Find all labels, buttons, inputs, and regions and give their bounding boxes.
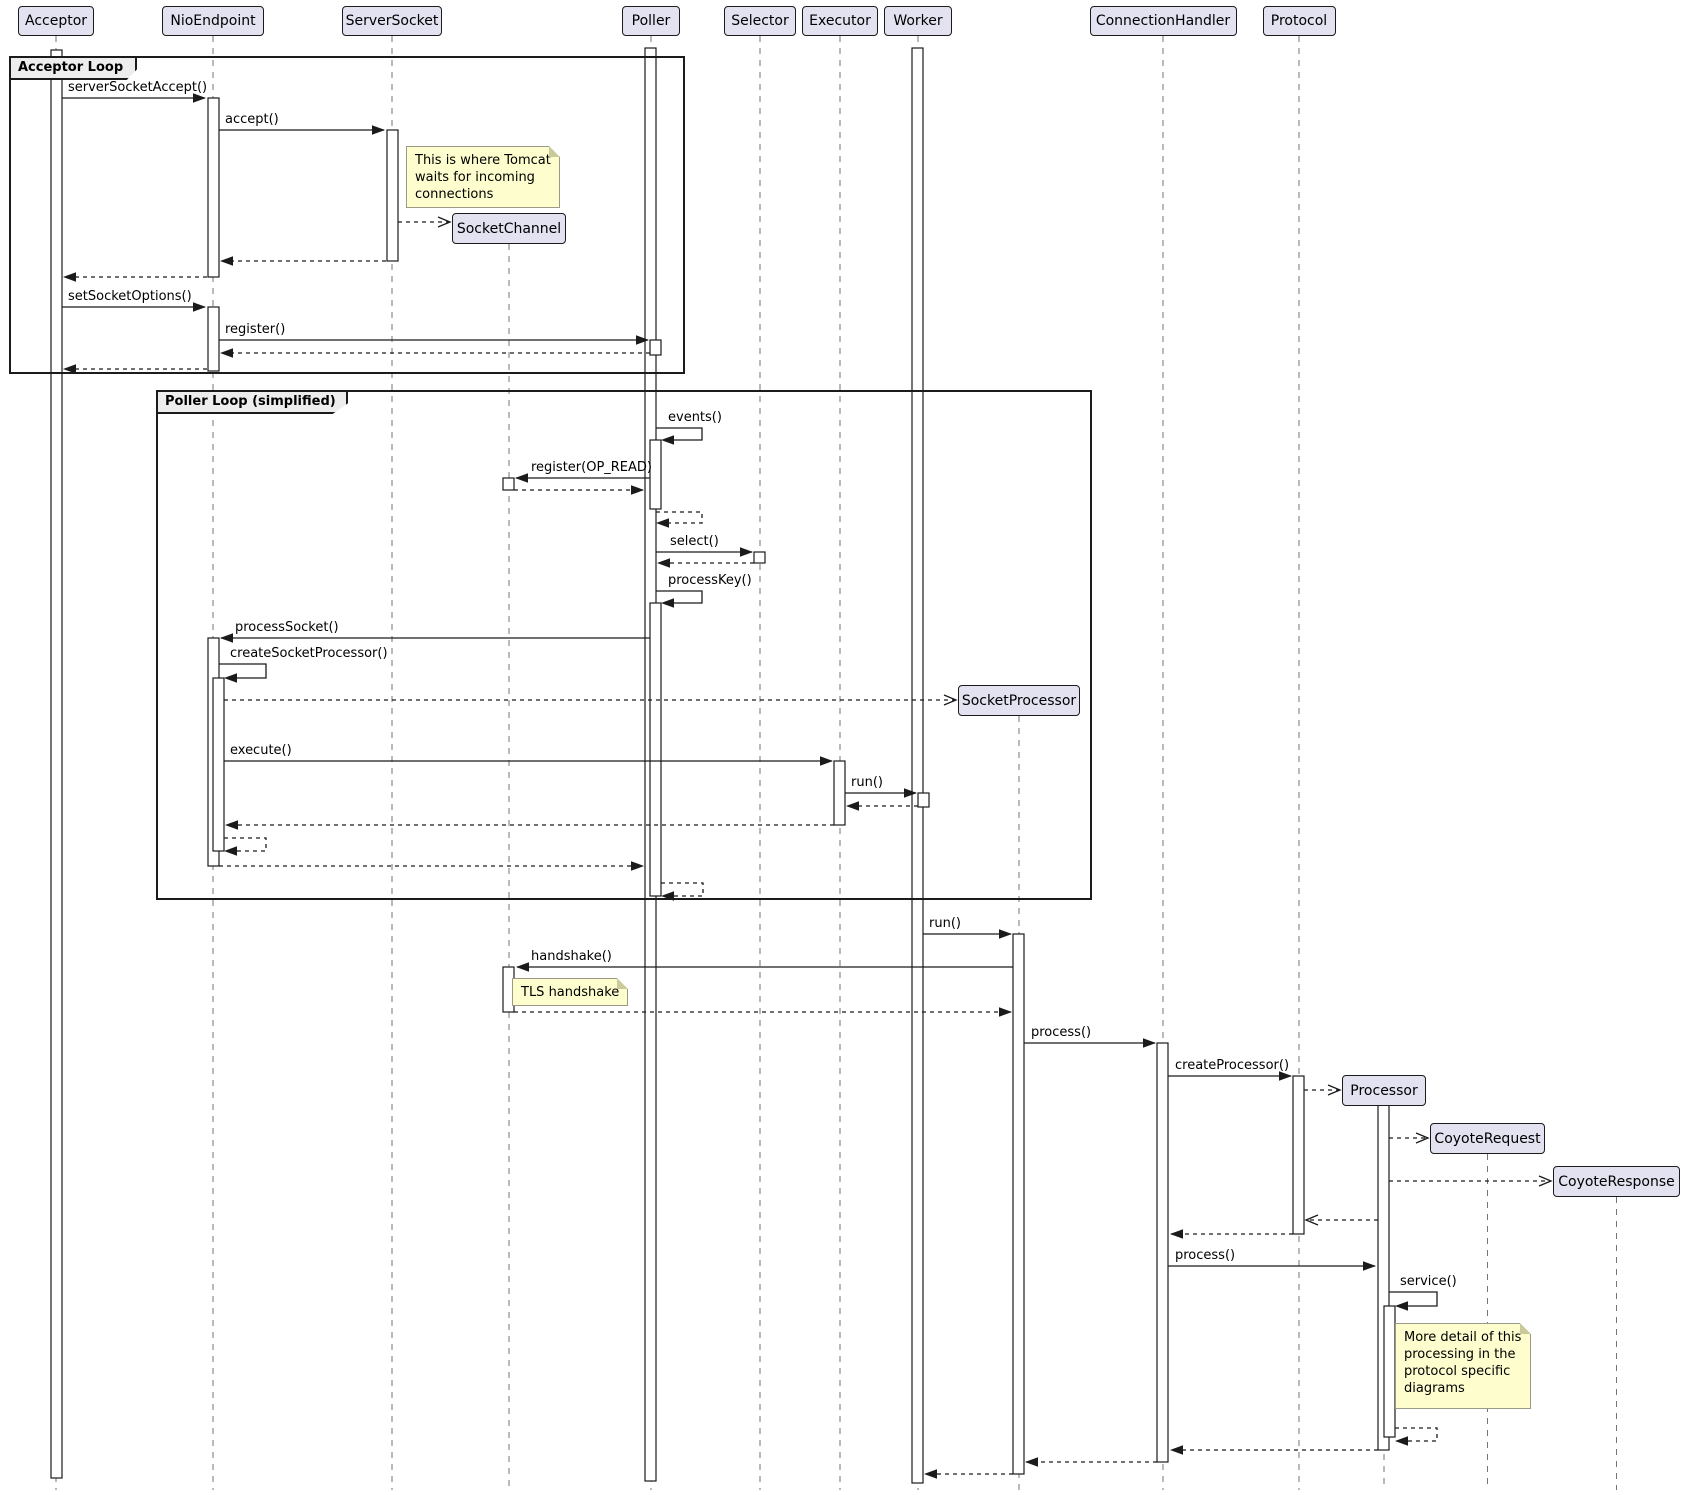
arrowhead-icon — [1395, 1301, 1408, 1311]
participant-box-socketprocessor: SocketProcessor — [958, 685, 1080, 716]
participant-box-serversocket: ServerSocket — [342, 6, 442, 36]
arrowhead-icon — [63, 364, 76, 374]
note-protocol: More detail of thisprocessing in theprot… — [1395, 1323, 1531, 1409]
arrowhead-icon — [999, 929, 1012, 939]
message-label-registerop_read: register(OP_READ) — [531, 460, 652, 476]
self-message-line — [656, 428, 702, 440]
message-label-process: process() — [1175, 1248, 1235, 1264]
activation-connectionhandler — [1157, 1043, 1168, 1462]
activation-nioendpoint-nested — [213, 678, 224, 851]
note-line: This is where Tomcat — [415, 152, 551, 169]
arrowhead-icon — [220, 633, 233, 643]
activation-nioendpoint — [208, 307, 219, 371]
participant-box-coyoteresponse: CoyoteResponse — [1553, 1166, 1680, 1197]
activation-worker-notch — [918, 793, 929, 807]
arrowhead-icon — [661, 435, 674, 445]
arrowhead-icon — [220, 256, 233, 266]
message-label-select: select() — [670, 534, 719, 550]
note-line: TLS handshake — [521, 984, 619, 1001]
note-line: protocol specific — [1404, 1363, 1522, 1380]
arrowhead-icon — [1143, 1038, 1156, 1048]
message-label-createprocessor: createProcessor() — [1175, 1058, 1289, 1074]
arrowhead-icon — [63, 272, 76, 282]
message-label-setsocketoptions: setSocketOptions() — [68, 289, 192, 305]
self-message-line — [219, 664, 266, 678]
message-label-serversocketaccept: serverSocketAccept() — [68, 80, 207, 96]
arrowhead-icon — [1395, 1436, 1408, 1446]
message-label-processsocket: processSocket() — [235, 620, 339, 636]
activation-serversocket — [387, 130, 398, 261]
note-line: connections — [415, 186, 551, 203]
activation-processor-nested — [1384, 1306, 1395, 1437]
arrowhead-icon — [1025, 1457, 1038, 1467]
message-label-events: events() — [668, 410, 722, 426]
note-line: diagrams — [1404, 1380, 1522, 1397]
activation-acceptor — [51, 50, 62, 1478]
message-label-handshake: handshake() — [531, 949, 612, 965]
message-label-processkey: processKey() — [668, 573, 752, 589]
message-label-run: run() — [851, 775, 883, 791]
arrowhead-icon — [225, 820, 238, 830]
note-accept: This is where Tomcatwaits for incomingco… — [406, 146, 560, 208]
arrowhead-icon — [372, 125, 385, 135]
participant-box-executor: Executor — [802, 6, 878, 36]
arrowhead-icon — [1170, 1445, 1183, 1455]
arrowhead-icon — [193, 302, 206, 312]
message-label-createsocketprocessor: createSocketProcessor() — [230, 646, 388, 662]
message-label-service: service() — [1400, 1274, 1457, 1290]
arrowhead-icon — [515, 473, 528, 483]
arrowhead-icon — [999, 1007, 1012, 1017]
message-label-process: process() — [1031, 1025, 1091, 1041]
activation-socketprocessor — [1013, 934, 1024, 1474]
participant-box-poller: Poller — [622, 6, 680, 36]
message-label-execute: execute() — [230, 743, 292, 759]
participant-box-coyoterequest: CoyoteRequest — [1430, 1123, 1545, 1154]
arrowhead-icon — [740, 547, 753, 557]
arrowhead-icon — [661, 598, 674, 608]
arrowhead-icon — [1170, 1229, 1183, 1239]
participant-box-processor: Processor — [1342, 1075, 1426, 1106]
self-message-line — [1389, 1292, 1437, 1306]
message-label-register: register() — [225, 322, 285, 338]
sequence-diagram: serverSocketAccept() accept() setSocketOpt… — [0, 0, 1682, 1495]
message-label-accept: accept() — [225, 112, 279, 128]
participant-box-connectionhandler: ConnectionHandler — [1090, 6, 1237, 36]
participant-box-selector: Selector — [724, 6, 796, 36]
arrowhead-icon — [657, 558, 670, 568]
activation-selector-notch — [754, 552, 765, 563]
note-line: processing in the — [1404, 1346, 1522, 1363]
activation-poller-nested — [650, 603, 661, 896]
activation-nioendpoint — [208, 98, 219, 277]
arrowhead-icon — [224, 846, 237, 856]
arrowhead-icon — [631, 861, 644, 871]
note-tls: TLS handshake — [512, 978, 628, 1006]
note-line: waits for incoming — [415, 169, 551, 186]
participant-box-protocol: Protocol — [1263, 6, 1336, 36]
arrowhead-icon — [224, 673, 237, 683]
participant-box-worker: Worker — [884, 6, 952, 36]
participant-box-nioendpoint: NioEndpoint — [162, 6, 264, 36]
activation-poller-notch — [650, 340, 661, 355]
message-label-run: run() — [929, 916, 961, 932]
participant-box-acceptor: Acceptor — [18, 6, 94, 36]
arrowhead-icon — [656, 518, 669, 528]
arrowhead-icon — [516, 962, 529, 972]
activation-executor — [834, 761, 845, 825]
self-message-line — [656, 591, 702, 603]
arrowhead-icon — [820, 756, 833, 766]
activation-socketchannel-notch — [503, 478, 514, 490]
arrowhead-icon — [846, 801, 859, 811]
arrowhead-icon — [631, 485, 644, 495]
activation-protocol — [1293, 1076, 1304, 1234]
arrowhead-icon — [661, 891, 674, 901]
arrowhead-icon — [924, 1469, 937, 1479]
activation-worker — [912, 48, 923, 1483]
note-line: More detail of this — [1404, 1329, 1522, 1346]
arrowhead-icon — [220, 348, 233, 358]
participant-box-socketchannel: SocketChannel — [452, 213, 566, 244]
arrowhead-icon — [1363, 1261, 1376, 1271]
